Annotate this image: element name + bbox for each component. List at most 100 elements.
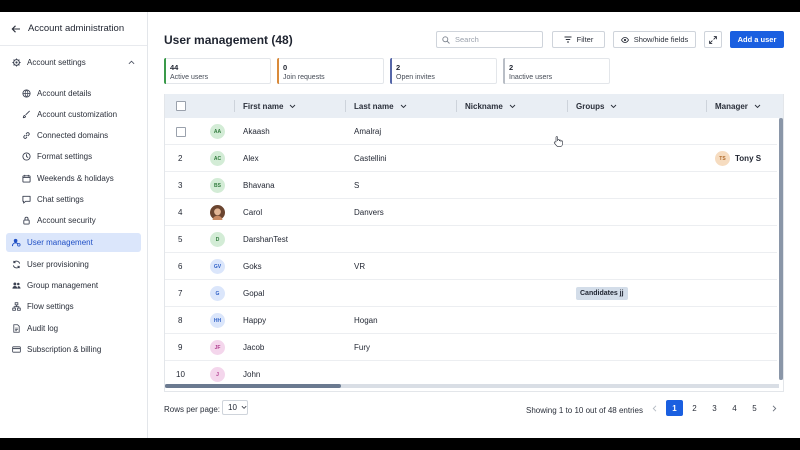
- sidebar-item-flow-settings[interactable]: Flow settings: [6, 297, 141, 316]
- sync-icon: [12, 260, 21, 269]
- page-5-button[interactable]: 5: [746, 400, 763, 416]
- select-all-checkbox[interactable]: [176, 101, 186, 111]
- table-row[interactable]: 9 JF Jacob Fury: [165, 334, 777, 361]
- filter-button[interactable]: Filter: [552, 31, 605, 48]
- sidebar-item-audit-log[interactable]: Audit log: [6, 319, 141, 338]
- avatar-cell: AC: [210, 145, 225, 172]
- column-label: Groups: [576, 101, 605, 111]
- eye-icon: [620, 36, 629, 43]
- sidebar-item-label: Group management: [27, 281, 99, 290]
- back-arrow-icon[interactable]: [11, 24, 21, 34]
- column-header-first-name[interactable]: First name: [234, 94, 345, 118]
- column-header-last-name[interactable]: Last name: [345, 94, 456, 118]
- page-1-button[interactable]: 1: [666, 400, 683, 416]
- sidebar-item-account-security[interactable]: Account security: [16, 211, 141, 230]
- avatar: GV: [210, 259, 225, 274]
- sidebar-item-user-provisioning[interactable]: User provisioning: [6, 255, 141, 274]
- stat-label: Inactive users: [509, 74, 553, 81]
- sidebar-item-chat-settings[interactable]: Chat settings: [16, 190, 141, 209]
- column-header-nickname[interactable]: Nickname: [456, 94, 567, 118]
- manager-cell[interactable]: TS Tony S: [715, 145, 761, 172]
- horizontal-scrollbar-thumb[interactable]: [165, 384, 341, 388]
- filter-label: Filter: [576, 35, 594, 44]
- table-row[interactable]: 6 GV Goks VR: [165, 253, 777, 280]
- sidebar-item-subscription-billing[interactable]: Subscription & billing: [6, 340, 141, 359]
- main-content: User management (48) Search Filter Show/…: [148, 12, 800, 438]
- table-row[interactable]: 3 BS Bhavana S: [165, 172, 777, 199]
- previous-page-button[interactable]: [646, 400, 663, 416]
- sidebar-header: Account administration: [0, 12, 147, 46]
- sidebar-item-label: Account details: [37, 89, 92, 98]
- last-name-cell: S: [354, 181, 360, 190]
- stat-label: Open invites: [396, 74, 435, 81]
- page-4-button[interactable]: 4: [726, 400, 743, 416]
- table-row[interactable]: 8 HH Happy Hogan: [165, 307, 777, 334]
- avatar-cell: GV: [210, 253, 225, 280]
- rows-per-page-value: 10: [228, 403, 237, 412]
- table-row[interactable]: 7 G Gopal Candidates jj: [165, 280, 777, 307]
- sidebar-item-account-settings[interactable]: Account settings: [6, 53, 141, 72]
- search-input[interactable]: Search: [436, 31, 543, 48]
- show-hide-fields-button[interactable]: Show/hide fields: [613, 31, 696, 48]
- chevron-down-icon: [754, 104, 761, 108]
- last-name-cell: Fury: [354, 343, 370, 352]
- row-index: 8: [178, 316, 183, 325]
- chevron-down-icon: [290, 104, 296, 108]
- row-checkbox[interactable]: [176, 126, 186, 137]
- stat-active-users[interactable]: 44 Active users: [164, 58, 271, 84]
- sidebar-title: Account administration: [28, 23, 125, 34]
- column-label: Nickname: [465, 101, 503, 111]
- sidebar-item-account-customization[interactable]: Account customization: [16, 105, 141, 124]
- column-header-manager[interactable]: Manager: [706, 94, 783, 118]
- vertical-scrollbar[interactable]: [779, 118, 783, 380]
- sidebar-item-label: Account settings: [27, 58, 86, 67]
- manager-avatar: TS: [715, 151, 730, 166]
- table-header: First name Last name Nickname Groups Man…: [165, 94, 783, 118]
- table-row[interactable]: 4 Carol Danvers: [165, 199, 777, 226]
- page-2-button[interactable]: 2: [686, 400, 703, 416]
- stat-join-requests[interactable]: 0 Join requests: [277, 58, 384, 84]
- next-page-button[interactable]: [766, 400, 783, 416]
- row-index: 7: [178, 289, 183, 298]
- rows-per-page-select[interactable]: 10: [222, 400, 248, 415]
- card-icon: [12, 346, 21, 353]
- avatar: AA: [210, 124, 225, 139]
- sidebar-item-format-settings[interactable]: Format settings: [16, 147, 141, 166]
- sidebar-item-group-management[interactable]: Group management: [6, 276, 141, 295]
- stat-open-invites[interactable]: 2 Open invites: [390, 58, 497, 84]
- sidebar-item-weekends-holidays[interactable]: Weekends & holidays: [16, 169, 141, 188]
- clock-icon: [22, 152, 31, 161]
- expand-icon: [709, 35, 717, 44]
- horizontal-scrollbar[interactable]: [165, 384, 779, 388]
- stat-inactive-users[interactable]: 2 Inactive users: [503, 58, 610, 84]
- column-header-groups[interactable]: Groups: [567, 94, 706, 118]
- sidebar-item-label: Subscription & billing: [27, 345, 102, 354]
- rows-per-page-label: Rows per page:: [164, 405, 221, 414]
- sidebar-item-account-details[interactable]: Account details: [16, 84, 141, 103]
- table-row[interactable]: 5 D DarshanTest: [165, 226, 777, 253]
- expand-button[interactable]: [704, 31, 722, 48]
- entries-summary: Showing 1 to 10 out of 48 entries: [526, 406, 643, 415]
- sidebar-item-user-management[interactable]: User management: [6, 233, 141, 252]
- first-name-cell: Goks: [243, 262, 262, 271]
- sidebar-item-label: User management: [27, 238, 93, 247]
- brush-icon: [22, 110, 30, 119]
- group-chip[interactable]: Candidates jj: [576, 287, 628, 300]
- add-user-button[interactable]: Add a user: [730, 31, 784, 48]
- sidebar-item-connected-domains[interactable]: Connected domains: [16, 126, 141, 145]
- hand-cursor-icon: [553, 136, 563, 147]
- table-row[interactable]: 2 AC Alex Castellini TS Tony S: [165, 145, 777, 172]
- link-icon: [23, 132, 30, 139]
- chevron-down-icon: [241, 405, 247, 409]
- page-3-button[interactable]: 3: [706, 400, 723, 416]
- table-row[interactable]: AA Akaash Amalraj: [165, 118, 777, 145]
- sidebar-item-label: Account customization: [37, 110, 118, 119]
- flow-icon: [12, 302, 21, 311]
- avatar: D: [210, 232, 225, 247]
- avatar-photo: [210, 205, 225, 220]
- chevron-up-icon[interactable]: [128, 59, 135, 66]
- row-index: 5: [178, 235, 183, 244]
- stat-value: 44: [170, 63, 179, 72]
- gear-icon: [12, 58, 21, 67]
- vertical-scrollbar-thumb[interactable]: [779, 118, 783, 380]
